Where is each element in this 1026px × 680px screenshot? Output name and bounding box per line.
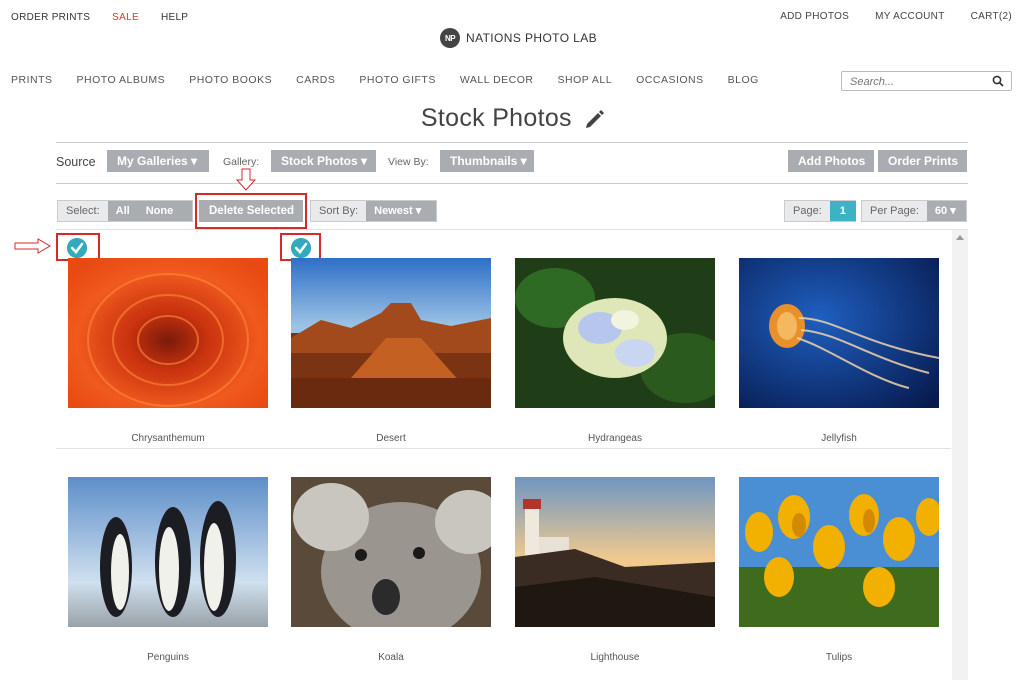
page-group: Page: 1: [784, 200, 856, 222]
highlight-box-delete: [195, 193, 307, 229]
select-group: Select: All None: [57, 200, 193, 222]
nav-occasions[interactable]: OCCASIONS: [636, 74, 704, 86]
sale-link[interactable]: SALE: [112, 12, 139, 23]
sortby-label: Sort By:: [311, 201, 367, 221]
photo-hydrangeas[interactable]: [515, 258, 715, 408]
sortby-group: Sort By: Newest ▾: [310, 200, 437, 222]
pencil-edit-icon[interactable]: [583, 108, 605, 130]
source-value: My Galleries: [117, 154, 188, 168]
viewby-value: Thumbnails: [450, 154, 518, 168]
photo-desert[interactable]: [291, 258, 491, 408]
photo-caption: Hydrangeas: [588, 433, 642, 444]
photo-caption: Desert: [376, 433, 406, 444]
photo-caption: Penguins: [147, 652, 189, 663]
photo-caption: Koala: [378, 652, 404, 663]
photo-caption: Tulips: [825, 652, 853, 663]
gallery-label: Gallery:: [223, 156, 260, 168]
grid-scrollbar[interactable]: [952, 230, 968, 680]
photo-lighthouse[interactable]: [515, 477, 715, 627]
logo-name: NATIONS PHOTO LAB: [466, 31, 598, 45]
photo-chrysanthemum[interactable]: [68, 258, 268, 408]
add-photos-button[interactable]: Add Photos: [788, 150, 874, 172]
cart-link[interactable]: CART(2): [971, 11, 1012, 22]
nav-blog[interactable]: BLOG: [728, 74, 759, 86]
source-label: Source: [56, 155, 96, 169]
nav-shop-all[interactable]: SHOP ALL: [558, 74, 613, 86]
page-title: Stock Photos: [420, 104, 572, 132]
select-all-button[interactable]: All: [108, 201, 138, 221]
viewby-dropdown[interactable]: Thumbnails ▾: [440, 150, 534, 172]
photo-caption: Chrysanthemum: [131, 433, 205, 444]
divider: [56, 183, 968, 184]
select-none-button[interactable]: None: [138, 201, 182, 221]
gallery-value: Stock Photos: [281, 154, 358, 168]
top-links-left: ORDER PRINTS SALE HELP: [11, 12, 210, 23]
sortby-value: Newest: [374, 205, 413, 217]
nav-photo-books[interactable]: PHOTO BOOKS: [189, 74, 272, 86]
source-dropdown[interactable]: My Galleries ▾: [107, 150, 209, 172]
nav-cards[interactable]: CARDS: [296, 74, 335, 86]
photo-jellyfish[interactable]: [739, 258, 939, 408]
page-title-row: Stock Photos: [0, 104, 1026, 133]
nav-wall-decor[interactable]: WALL DECOR: [460, 74, 534, 86]
photo-penguins[interactable]: [68, 477, 268, 627]
top-links-right: ADD PHOTOS MY ACCOUNT CART(2): [754, 11, 1012, 22]
my-account-link[interactable]: MY ACCOUNT: [875, 11, 945, 22]
site-logo[interactable]: NP NATIONS PHOTO LAB: [440, 28, 597, 48]
perpage-group: Per Page: 60 ▾: [861, 200, 967, 222]
add-photos-link[interactable]: ADD PHOTOS: [780, 11, 849, 22]
order-prints-button[interactable]: Order Prints: [878, 150, 967, 172]
search-box: [841, 71, 1012, 91]
search-icon[interactable]: [992, 75, 1004, 87]
nav-prints[interactable]: PRINTS: [11, 74, 53, 86]
photo-caption: Jellyfish: [821, 433, 857, 444]
search-input[interactable]: [850, 73, 990, 91]
perpage-label: Per Page:: [862, 201, 927, 221]
nav-photo-gifts[interactable]: PHOTO GIFTS: [359, 74, 435, 86]
right-arrow-annotation-icon: [14, 238, 51, 254]
nav-photo-albums[interactable]: PHOTO ALBUMS: [77, 74, 166, 86]
main-nav: PRINTS PHOTO ALBUMS PHOTO BOOKS CARDS PH…: [11, 74, 759, 86]
logo-mark: NP: [440, 28, 460, 48]
page-label: Page:: [785, 201, 830, 221]
photo-caption: Lighthouse: [590, 652, 640, 663]
perpage-dropdown[interactable]: 60 ▾: [927, 201, 964, 221]
order-prints-link[interactable]: ORDER PRINTS: [11, 12, 90, 23]
sortby-dropdown[interactable]: Newest ▾: [366, 201, 429, 221]
row-divider: [56, 448, 951, 449]
gallery-dropdown[interactable]: Stock Photos ▾: [271, 150, 376, 172]
help-link[interactable]: HELP: [161, 12, 188, 23]
scroll-up-icon[interactable]: [956, 235, 964, 240]
perpage-value: 60: [934, 205, 948, 217]
select-label: Select:: [58, 201, 108, 221]
photo-koala[interactable]: [291, 477, 491, 627]
divider: [56, 229, 968, 230]
viewby-label: View By:: [388, 156, 429, 168]
page-number[interactable]: 1: [829, 201, 856, 221]
down-arrow-annotation-icon: [235, 168, 257, 191]
divider: [56, 142, 968, 143]
photo-tulips[interactable]: [739, 477, 939, 627]
checkmark-icon[interactable]: [67, 238, 87, 258]
checkmark-icon[interactable]: [291, 238, 311, 258]
